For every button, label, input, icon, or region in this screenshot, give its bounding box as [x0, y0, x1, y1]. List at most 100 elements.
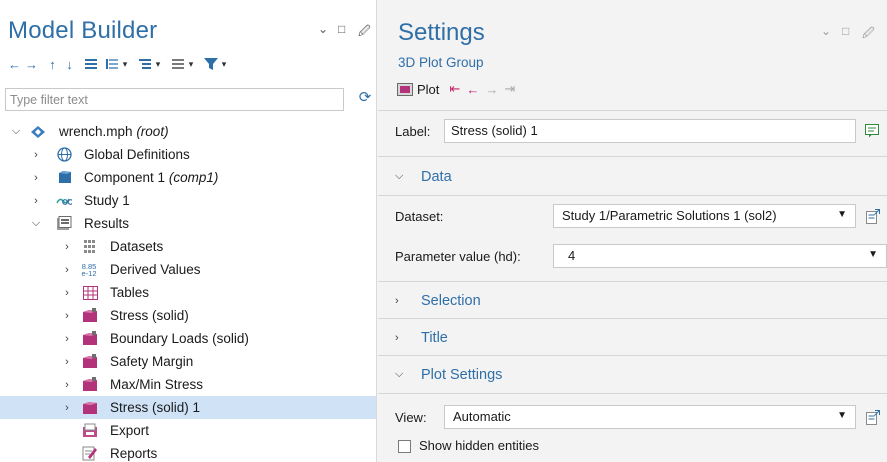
- dataset-goto-icon[interactable]: [863, 205, 883, 227]
- tree-label: Component 1: [84, 170, 166, 185]
- tree-label: Results: [84, 216, 130, 231]
- tree-label: Reports: [110, 446, 158, 461]
- datasets-icon: [82, 239, 98, 255]
- plot-group-3d-icon: [82, 354, 98, 370]
- section-selection-title: Selection: [421, 292, 481, 309]
- tree-label: Derived Values: [110, 262, 201, 277]
- tree-item-boundary-loads[interactable]: › Boundary Loads (solid): [0, 327, 376, 350]
- filter-input[interactable]: [5, 88, 344, 111]
- chevron-right-icon[interactable]: ›: [30, 195, 42, 207]
- tree-view-icon[interactable]: [136, 56, 153, 72]
- collapse-all-icon[interactable]: [82, 56, 99, 72]
- tree-item-stress-solid[interactable]: › Stress (solid): [0, 304, 376, 327]
- refresh-icon[interactable]: ⟳: [357, 90, 373, 106]
- section-title-header[interactable]: › Title: [377, 319, 887, 356]
- settings-subtitle: 3D Plot Group: [398, 55, 484, 70]
- expand-options-icon[interactable]: [103, 56, 120, 72]
- tree-item-results[interactable]: ⌵ Results: [0, 212, 376, 235]
- maximize-icon[interactable]: □: [842, 24, 849, 38]
- filter-icon[interactable]: [202, 56, 219, 72]
- dropdown-arrow-icon: ▼: [837, 410, 847, 421]
- tree-item-max-min-stress[interactable]: › Max/Min Stress: [0, 373, 376, 396]
- plot-button-label: Plot: [417, 81, 440, 97]
- tree-label: Safety Margin: [110, 354, 194, 369]
- view-goto-icon[interactable]: [863, 406, 883, 428]
- tree-label-suffix: (root): [136, 124, 169, 139]
- chevron-right-icon[interactable]: ›: [61, 264, 73, 276]
- list-view-icon[interactable]: [169, 56, 186, 72]
- chevron-down-icon[interactable]: ▾: [153, 56, 163, 72]
- show-hidden-entities-checkbox[interactable]: [398, 440, 411, 453]
- label-input[interactable]: Stress (solid) 1: [444, 119, 856, 143]
- tree-item-tables[interactable]: › Tables: [0, 281, 376, 304]
- tree-item-global-definitions[interactable]: › Global Definitions: [0, 143, 376, 166]
- last-icon[interactable]: ⇥: [504, 81, 515, 97]
- chevron-right-icon[interactable]: ›: [61, 379, 73, 391]
- table-icon: [82, 285, 98, 301]
- tree-label: Datasets: [110, 239, 164, 254]
- next-icon[interactable]: →: [485, 82, 498, 97]
- dataset-select[interactable]: Study 1/Parametric Solutions 1 (sol2) ▼: [553, 204, 856, 228]
- section-data-title: Data: [421, 168, 452, 185]
- tree-item-component-1[interactable]: › Component 1 (comp1): [0, 166, 376, 189]
- view-select[interactable]: Automatic ▼: [444, 405, 856, 429]
- tree-item-export[interactable]: Export: [0, 419, 376, 442]
- view-value: Automatic: [453, 409, 511, 424]
- section-selection-header[interactable]: › Selection: [377, 282, 887, 319]
- previous-icon[interactable]: ←: [466, 82, 479, 97]
- chevron-right-icon[interactable]: ›: [61, 287, 73, 299]
- chevron-down-icon[interactable]: ⌄: [318, 22, 328, 36]
- arrow-left-icon[interactable]: ←: [6, 56, 23, 72]
- parameter-value-label: Parameter value (hd):: [395, 249, 521, 264]
- section-data-header[interactable]: ⌵ Data: [377, 158, 887, 195]
- tree-label: Tables: [110, 285, 150, 300]
- tree-label: Max/Min Stress: [110, 377, 204, 392]
- tree-item-safety-margin[interactable]: › Safety Margin: [0, 350, 376, 373]
- dropdown-arrow-icon: ▼: [868, 249, 878, 260]
- chevron-right-icon[interactable]: ›: [61, 241, 73, 253]
- chevron-right-icon[interactable]: ›: [30, 172, 42, 184]
- section-plot-settings-header[interactable]: ⌵ Plot Settings: [377, 356, 887, 393]
- tree-item-study-1[interactable]: › Study 1: [0, 189, 376, 212]
- chevron-down-icon[interactable]: ⌵: [10, 125, 22, 138]
- parameter-value-select[interactable]: 4 ▼: [553, 244, 887, 268]
- tree-label: Stress (solid): [110, 308, 189, 323]
- chevron-right-icon: ›: [395, 331, 399, 344]
- chevron-right-icon[interactable]: ›: [61, 356, 73, 368]
- tree-item-reports[interactable]: Reports: [0, 442, 376, 462]
- plot-group-3d-icon: [82, 400, 98, 416]
- pin-icon[interactable]: 🖉: [358, 22, 371, 43]
- arrow-right-icon[interactable]: →: [23, 56, 40, 72]
- view-label: View:: [395, 410, 427, 425]
- chevron-down-icon[interactable]: ▾: [219, 56, 229, 72]
- chevron-down-icon: ⌵: [395, 368, 404, 380]
- tree-item-datasets[interactable]: › Datasets: [0, 235, 376, 258]
- tree-item-stress-solid-1[interactable]: › Stress (solid) 1: [0, 396, 376, 419]
- tree-label: wrench.mph: [59, 124, 133, 139]
- chevron-down-icon[interactable]: ▾: [186, 56, 196, 72]
- tree-item-derived-values[interactable]: › 8.85 e-12 Derived Values: [0, 258, 376, 281]
- model-builder-toolbar: ← → ↑ ↓ ▾ ▾ ▾ ▾: [6, 56, 229, 72]
- first-icon[interactable]: ⇤: [449, 81, 460, 97]
- arrow-up-icon[interactable]: ↑: [44, 56, 61, 72]
- derived-values-icon-bottom: e-12: [81, 268, 97, 278]
- chevron-down-icon[interactable]: ⌄: [821, 24, 831, 38]
- chevron-right-icon[interactable]: ›: [61, 333, 73, 345]
- tree-item-root[interactable]: ⌵ wrench.mph (root): [0, 120, 376, 143]
- model-builder-panel: Model Builder ⌄ □ 🖉 ← → ↑ ↓ ▾ ▾ ▾ ▾ ⟳ ⌵: [0, 0, 376, 462]
- pin-icon[interactable]: 🖉: [862, 24, 875, 45]
- chevron-right-icon[interactable]: ›: [61, 402, 73, 414]
- plot-button[interactable]: Plot: [397, 82, 439, 97]
- tree-label: Export: [110, 423, 150, 438]
- dropdown-arrow-icon: ▼: [837, 209, 847, 220]
- chevron-down-icon[interactable]: ⌵: [30, 217, 42, 230]
- derived-values-icon: 8.85 e-12: [81, 262, 97, 278]
- chevron-down-icon[interactable]: ▾: [120, 56, 130, 72]
- edit-label-icon[interactable]: [863, 120, 883, 142]
- maximize-icon[interactable]: □: [338, 22, 345, 36]
- settings-toolbar: Plot ⇤ ← → ⇥: [397, 80, 515, 98]
- chevron-right-icon[interactable]: ›: [30, 149, 42, 161]
- chevron-right-icon[interactable]: ›: [61, 310, 73, 322]
- arrow-down-icon[interactable]: ↓: [61, 56, 78, 72]
- section-title-title: Title: [421, 329, 448, 346]
